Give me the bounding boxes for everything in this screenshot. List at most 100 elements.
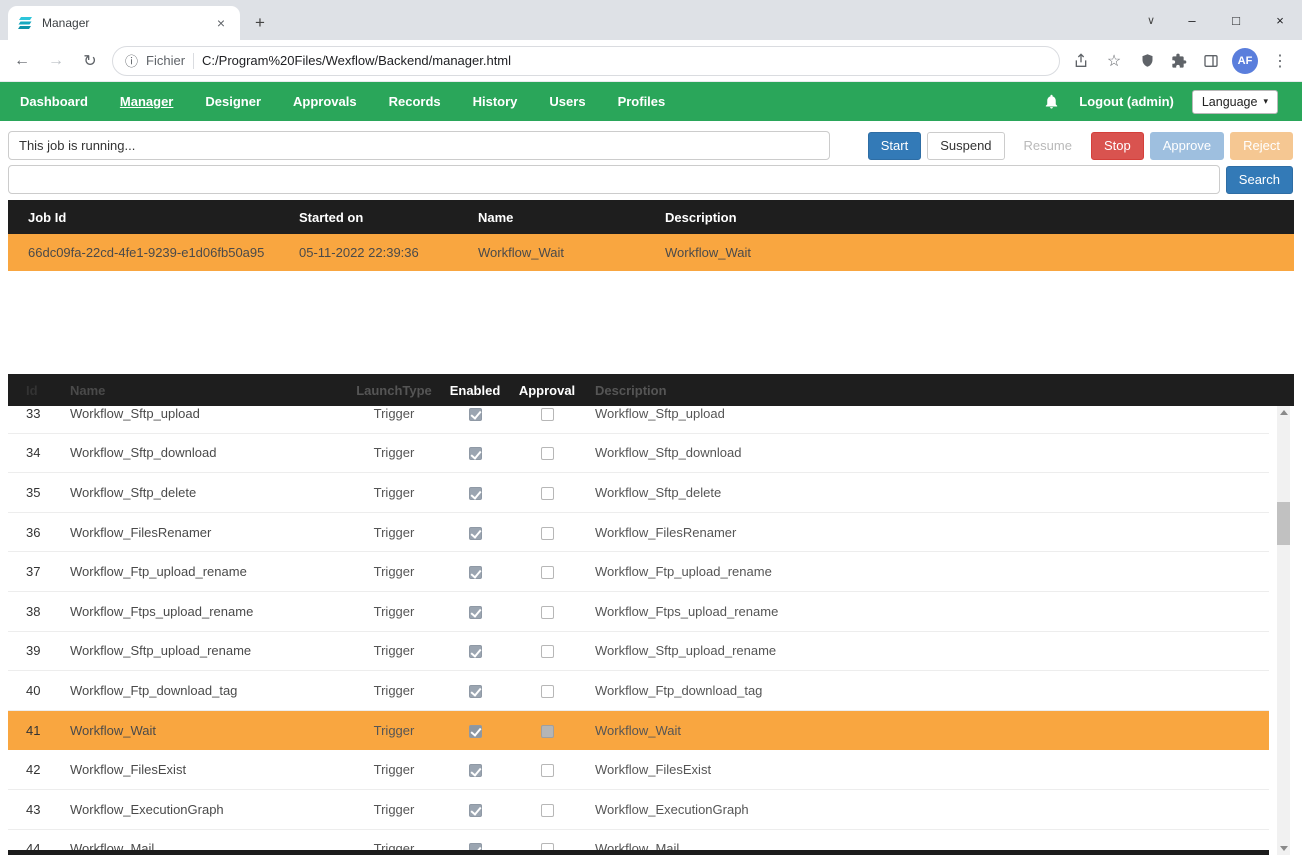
- workflow-row[interactable]: 40Workflow_Ftp_download_tagTriggerWorkfl…: [8, 671, 1269, 711]
- language-dropdown[interactable]: Language ▾: [1192, 90, 1278, 114]
- workflow-row[interactable]: 36Workflow_FilesRenamerTriggerWorkflow_F…: [8, 513, 1269, 553]
- workflow-description: Workflow_Ftp_download_tag: [582, 683, 1269, 698]
- scroll-down-icon[interactable]: [1277, 842, 1290, 855]
- tab-close-icon[interactable]: ×: [212, 14, 230, 32]
- job-row[interactable]: 66dc09fa-22cd-4fe1-9239-e1d06fb50a9505-1…: [8, 234, 1294, 271]
- start-button[interactable]: Start: [868, 132, 921, 160]
- workflow-row[interactable]: 37Workflow_Ftp_upload_renameTriggerWorkf…: [8, 552, 1269, 592]
- jobs-header-description: Description: [652, 210, 1294, 225]
- back-icon[interactable]: ←: [10, 52, 34, 70]
- scroll-up-icon[interactable]: [1277, 406, 1290, 419]
- workflow-row[interactable]: 42Workflow_FilesExistTriggerWorkflow_Fil…: [8, 750, 1269, 790]
- workflow-id: 43: [26, 802, 70, 817]
- workflow-description: Workflow_Sftp_upload_rename: [582, 643, 1269, 658]
- notifications-bell-icon[interactable]: [1043, 93, 1061, 111]
- workflow-description: Workflow_Sftp_delete: [582, 485, 1269, 500]
- search-button[interactable]: Search: [1226, 166, 1293, 194]
- job-status-input[interactable]: [8, 131, 830, 160]
- nav-item-records[interactable]: Records: [373, 82, 457, 121]
- workflow-approval-cell: [512, 485, 582, 500]
- browser-tab[interactable]: Manager ×: [8, 6, 240, 40]
- workflow-approval-checkbox: [541, 764, 554, 777]
- nav-item-profiles[interactable]: Profiles: [602, 82, 682, 121]
- browser-tabstrip: Manager × + ∨ – □ ×: [0, 0, 1302, 40]
- workflow-name: Workflow_Sftp_upload: [70, 406, 350, 421]
- workflow-name: Workflow_Sftp_download: [70, 445, 350, 460]
- workflow-approval-cell: [512, 762, 582, 777]
- search-tabs-icon[interactable]: ∨: [1132, 0, 1170, 40]
- browser-menu-icon[interactable]: ⋮: [1268, 51, 1292, 71]
- workflow-enabled-cell: [438, 802, 512, 817]
- workflow-description: Workflow_Wait: [582, 723, 1269, 738]
- workflow-row[interactable]: 41Workflow_WaitTriggerWorkflow_Wait: [8, 711, 1269, 751]
- workflow-enabled-checkbox: [469, 804, 482, 817]
- workflow-enabled-cell: [438, 762, 512, 777]
- nav-item-designer[interactable]: Designer: [189, 82, 277, 121]
- stop-button[interactable]: Stop: [1091, 132, 1144, 160]
- maximize-button[interactable]: □: [1214, 0, 1258, 40]
- workflow-approval-checkbox: [541, 685, 554, 698]
- workflow-approval-checkbox: [541, 606, 554, 619]
- search-input[interactable]: [8, 165, 1220, 194]
- workflow-approval-cell: [512, 723, 582, 738]
- workflow-approval-checkbox: [541, 527, 554, 540]
- jobs-header-startedon: Started on: [299, 210, 478, 225]
- workflow-row[interactable]: 33Workflow_Sftp_uploadTriggerWorkflow_Sf…: [8, 406, 1269, 434]
- reject-button: Reject: [1230, 132, 1293, 160]
- language-label: Language: [1202, 95, 1258, 109]
- workflow-row[interactable]: 39Workflow_Sftp_upload_renameTriggerWork…: [8, 632, 1269, 672]
- reload-icon[interactable]: ↻: [78, 51, 102, 71]
- workflow-row[interactable]: 34Workflow_Sftp_downloadTriggerWorkflow_…: [8, 434, 1269, 474]
- wexflow-logo-icon: [18, 15, 34, 31]
- shield-extension-icon[interactable]: [1136, 50, 1158, 72]
- url-text: C:/Program%20Files/Wexflow/Backend/manag…: [202, 53, 511, 68]
- workflow-id: 35: [26, 485, 70, 500]
- workflow-name: Workflow_Ftps_upload_rename: [70, 604, 350, 619]
- workflow-approval-checkbox: [541, 804, 554, 817]
- nav-item-approvals[interactable]: Approvals: [277, 82, 373, 121]
- workflow-name: Workflow_Sftp_delete: [70, 485, 350, 500]
- workflow-launchtype: Trigger: [350, 802, 438, 817]
- logout-link[interactable]: Logout (admin): [1079, 94, 1174, 109]
- workflow-approval-checkbox: [541, 725, 554, 738]
- workflow-description: Workflow_Ftp_upload_rename: [582, 564, 1269, 579]
- side-panel-icon[interactable]: [1200, 50, 1222, 72]
- workflow-launchtype: Trigger: [350, 604, 438, 619]
- workflow-name: Workflow_Wait: [70, 723, 350, 738]
- close-button[interactable]: ×: [1258, 0, 1302, 40]
- workflow-enabled-checkbox: [469, 527, 482, 540]
- workflow-row[interactable]: 38Workflow_Ftps_upload_renameTriggerWork…: [8, 592, 1269, 632]
- workflow-row[interactable]: 43Workflow_ExecutionGraphTriggerWorkflow…: [8, 790, 1269, 830]
- nav-item-history[interactable]: History: [457, 82, 534, 121]
- workflow-launchtype: Trigger: [350, 406, 438, 421]
- new-tab-button[interactable]: +: [246, 9, 274, 37]
- workflow-enabled-checkbox: [469, 447, 482, 460]
- workflow-row[interactable]: 35Workflow_Sftp_deleteTriggerWorkflow_Sf…: [8, 473, 1269, 513]
- forward-icon: →: [44, 52, 68, 70]
- workflow-approval-cell: [512, 683, 582, 698]
- workflows-table-body: 33Workflow_Sftp_uploadTriggerWorkflow_Sf…: [8, 406, 1269, 855]
- caret-down-icon: ▾: [1263, 96, 1268, 107]
- nav-item-users[interactable]: Users: [533, 82, 601, 121]
- nav-item-manager[interactable]: Manager: [104, 82, 189, 121]
- profile-avatar[interactable]: AF: [1232, 48, 1258, 74]
- workflow-enabled-cell: [438, 445, 512, 460]
- workflow-launchtype: Trigger: [350, 564, 438, 579]
- scrollbar-thumb[interactable]: [1277, 502, 1290, 545]
- minimize-button[interactable]: –: [1170, 0, 1214, 40]
- workflow-enabled-checkbox: [469, 645, 482, 658]
- workflow-enabled-checkbox: [469, 725, 482, 738]
- workflow-description: Workflow_Ftps_upload_rename: [582, 604, 1269, 619]
- vertical-scrollbar[interactable]: [1277, 406, 1290, 855]
- suspend-button[interactable]: Suspend: [927, 132, 1004, 160]
- nav-item-dashboard[interactable]: Dashboard: [4, 82, 104, 121]
- address-input[interactable]: ⓘ Fichier C:/Program%20Files/Wexflow/Bac…: [112, 46, 1060, 76]
- extensions-puzzle-icon[interactable]: [1168, 50, 1190, 72]
- approve-button: Approve: [1150, 132, 1224, 160]
- bookmark-star-icon[interactable]: ☆: [1102, 51, 1126, 71]
- page-info-icon[interactable]: ⓘ: [125, 51, 138, 70]
- share-icon[interactable]: [1070, 50, 1092, 72]
- wf-header-launchtype: LaunchType: [350, 383, 438, 398]
- workflow-id: 36: [26, 525, 70, 540]
- wf-header-name: Name: [70, 383, 350, 398]
